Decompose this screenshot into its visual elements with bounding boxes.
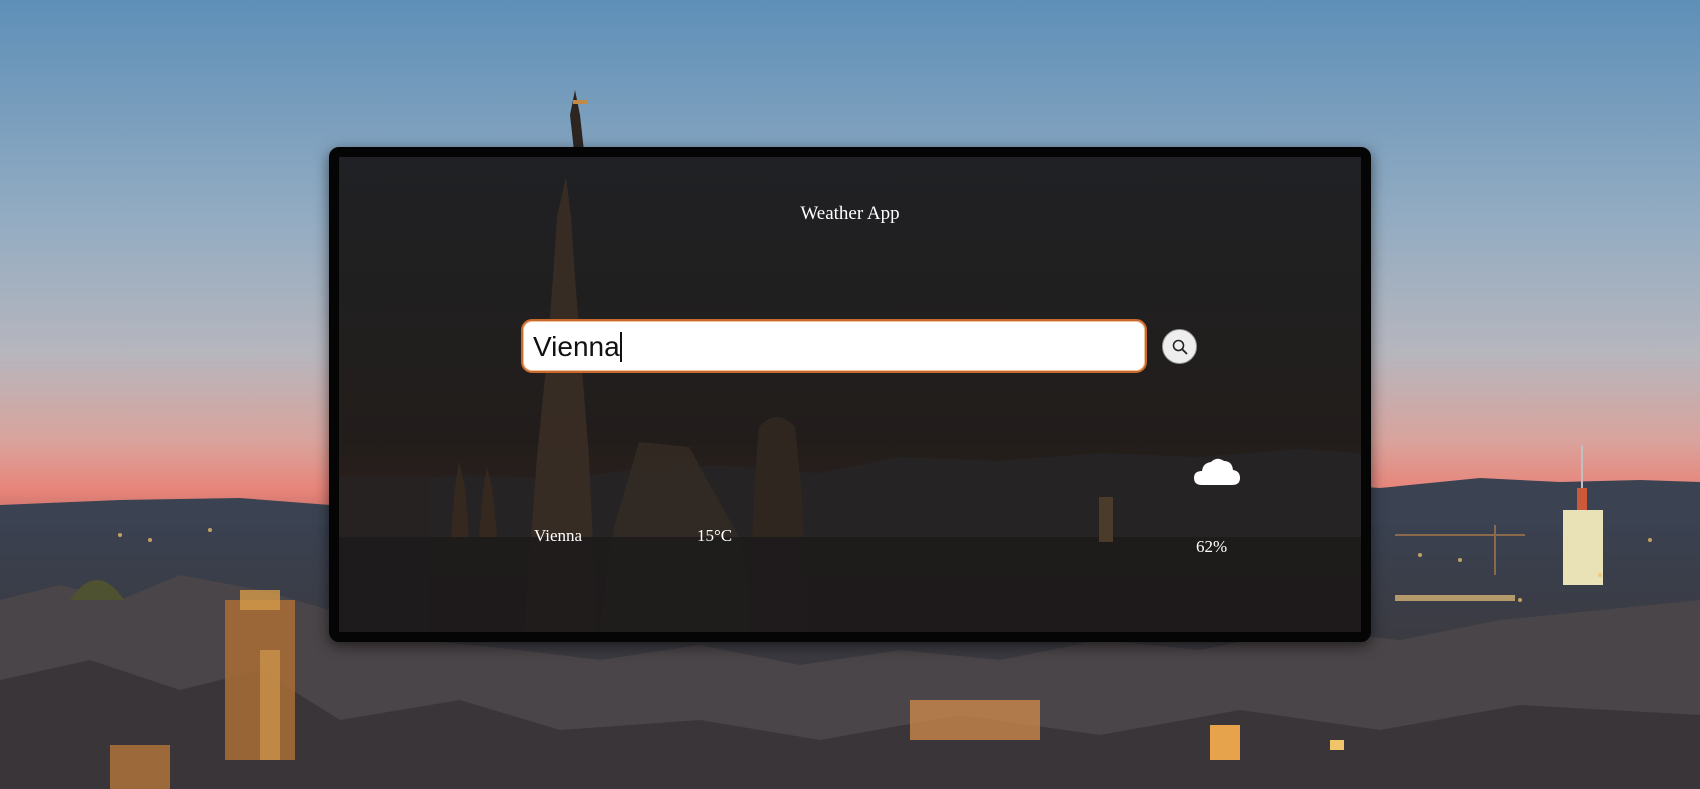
city-name: Vienna	[534, 526, 583, 545]
card-background-scene	[339, 157, 1361, 632]
search-icon	[1172, 339, 1187, 354]
temperature-value: 15°C	[697, 526, 733, 545]
cloud-icon	[1194, 458, 1240, 485]
search-field[interactable]	[521, 319, 1147, 373]
search-button[interactable]	[1162, 329, 1197, 364]
humidity-value: 62%	[1196, 537, 1228, 556]
search-input[interactable]	[531, 323, 1135, 371]
app-title: Weather App	[800, 203, 900, 224]
weather-card: Weather App Vienna 15°C 62%	[329, 147, 1371, 642]
text-caret	[620, 332, 622, 362]
